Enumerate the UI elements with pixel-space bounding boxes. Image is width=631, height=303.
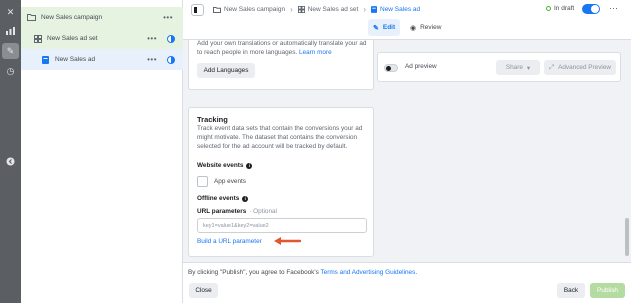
status-half-circle-icon xyxy=(167,55,175,64)
close-icon[interactable]: ✕ xyxy=(2,4,19,20)
editor-footer: By clicking "Publish", you agree to Face… xyxy=(183,262,631,303)
languages-card: Add your own translations or automatical… xyxy=(188,40,374,90)
close-button[interactable]: Close xyxy=(189,283,218,298)
ad-document-icon xyxy=(41,55,50,64)
website-events-label: Website events i xyxy=(197,162,253,169)
ad-preview-toggle[interactable] xyxy=(384,64,398,72)
tracking-title: Tracking xyxy=(197,115,228,124)
pencil-icon[interactable]: ✎ xyxy=(2,43,19,59)
advanced-preview-button[interactable]: ⤢ Advanced Preview xyxy=(544,60,616,75)
ad-document-icon xyxy=(371,6,377,13)
chevron-right-icon: › xyxy=(363,5,366,14)
breadcrumb-ad[interactable]: New Sales ad xyxy=(371,6,420,13)
ad-preview-card: Ad preview Share ▾ ⤢ Advanced Preview xyxy=(377,52,621,82)
eye-icon: ◉ xyxy=(410,24,417,32)
pencil-icon: ✎ xyxy=(373,24,379,32)
terms-link[interactable]: Terms and Advertising Guidelines xyxy=(320,269,415,276)
languages-description: Add your own translations or automatical… xyxy=(197,40,367,56)
breadcrumb-adset[interactable]: New Sales ad set xyxy=(297,6,358,13)
chart-icon[interactable] xyxy=(2,23,19,39)
expand-icon: ⤢ xyxy=(548,63,555,71)
annotation-arrow-icon xyxy=(274,237,301,245)
ad-preview-label: Ad preview xyxy=(405,63,437,70)
clock-icon[interactable]: ◷ xyxy=(2,63,19,79)
publish-button[interactable]: Publish xyxy=(590,283,625,298)
editor-header: New Sales campaign › New Sales ad set › … xyxy=(183,0,631,40)
offline-events-label: Offline events i xyxy=(197,195,249,202)
tab-edit[interactable]: ✎ Edit xyxy=(368,19,401,36)
back-button[interactable]: Back xyxy=(557,283,585,298)
grid-icon xyxy=(297,6,305,13)
panel-toggle-icon[interactable] xyxy=(191,4,204,16)
tree-item-ad[interactable]: New Sales ad ••• xyxy=(21,49,183,70)
editor-content: Add your own translations or automatical… xyxy=(183,40,631,262)
more-options-icon[interactable]: ⋯ xyxy=(609,3,618,14)
tree-item-campaign[interactable]: New Sales campaign ••• xyxy=(21,7,183,28)
folder-icon xyxy=(213,6,221,13)
share-button[interactable]: Share ▾ xyxy=(496,60,540,75)
tree-item-label: New Sales campaign xyxy=(41,14,103,21)
collapse-icon[interactable] xyxy=(2,153,19,169)
app-events-option[interactable]: App events xyxy=(197,176,246,187)
more-options-icon[interactable]: ••• xyxy=(147,55,157,64)
folder-icon xyxy=(27,13,36,22)
tab-review[interactable]: ◉ Review xyxy=(405,19,446,36)
terms-note: By clicking "Publish", you agree to Face… xyxy=(188,269,418,276)
url-parameters-input[interactable] xyxy=(197,218,367,233)
breadcrumb-campaign[interactable]: New Sales campaign xyxy=(213,6,285,13)
status-half-circle-icon xyxy=(167,34,175,43)
learn-more-link[interactable]: Learn more xyxy=(299,49,332,56)
info-icon[interactable]: i xyxy=(242,195,249,202)
build-url-parameter-link[interactable]: Build a URL parameter xyxy=(197,238,262,245)
tracking-card: Tracking Track event data sets that cont… xyxy=(188,107,374,257)
status-badge: In draft xyxy=(546,5,574,12)
left-rail: ✕ ✎ ◷ xyxy=(0,0,21,303)
app-events-checkbox[interactable] xyxy=(197,176,208,187)
more-options-icon[interactable]: ••• xyxy=(163,13,173,22)
tracking-description: Track event data sets that contain the c… xyxy=(197,125,363,150)
chevron-right-icon: › xyxy=(290,5,293,14)
campaign-tree: New Sales campaign ••• New Sales ad set … xyxy=(21,0,183,303)
breadcrumb: New Sales campaign › New Sales ad set › … xyxy=(213,5,420,14)
info-icon[interactable]: i xyxy=(246,162,253,169)
tree-item-label: New Sales ad xyxy=(55,56,96,63)
scrollbar-thumb[interactable] xyxy=(625,218,629,256)
more-options-icon[interactable]: ••• xyxy=(147,34,157,43)
tree-item-label: New Sales ad set xyxy=(47,35,98,42)
add-languages-button[interactable]: Add Languages xyxy=(197,63,255,78)
url-parameters-label: URL parameters · Optional xyxy=(197,208,277,215)
tree-item-adset[interactable]: New Sales ad set ••• xyxy=(21,28,183,49)
draft-status-icon xyxy=(546,6,551,11)
chevron-down-icon: ▾ xyxy=(526,64,531,72)
scrollbar[interactable] xyxy=(624,40,630,262)
grid-icon xyxy=(33,34,42,43)
active-toggle[interactable] xyxy=(582,4,600,14)
